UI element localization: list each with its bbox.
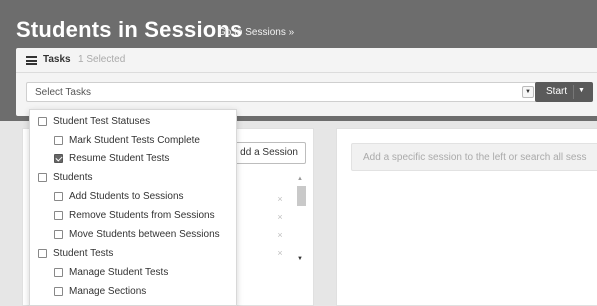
- close-icon[interactable]: ×: [275, 230, 285, 240]
- session-list-scrollbar[interactable]: ▲ ▼: [294, 176, 308, 266]
- checkbox[interactable]: [54, 136, 63, 145]
- option-label: Remove Students from Sessions: [69, 210, 215, 221]
- checkbox[interactable]: [54, 192, 63, 201]
- chevron-down-icon[interactable]: ▼: [522, 86, 534, 98]
- start-button-label: Start: [546, 86, 568, 97]
- page-title: Students in Sessions: [16, 17, 243, 42]
- checkbox-checked[interactable]: [54, 154, 63, 163]
- start-button-divider: [573, 85, 574, 99]
- session-search-hint-box[interactable]: Add a specific session to the left or se…: [351, 143, 597, 171]
- option-label: Student Test Statuses: [53, 116, 151, 127]
- close-icon[interactable]: ×: [275, 194, 285, 204]
- option-student-tests[interactable]: Student Tests: [38, 248, 113, 259]
- scroll-down-icon[interactable]: ▼: [297, 256, 303, 262]
- select-tasks-dropdown[interactable]: Select Tasks ▼: [26, 82, 541, 102]
- list-icon: [26, 56, 37, 65]
- checkbox[interactable]: [54, 230, 63, 239]
- checkbox[interactable]: [54, 211, 63, 220]
- tasks-selected-count: 1 Selected: [78, 54, 126, 65]
- close-icon[interactable]: ×: [275, 212, 285, 222]
- chevron-down-icon[interactable]: ▼: [578, 87, 585, 94]
- tasks-dropdown-menu: Student Test Statuses Mark Student Tests…: [29, 109, 237, 306]
- checkbox[interactable]: [38, 173, 47, 182]
- option-label: Students: [53, 172, 93, 183]
- tasks-label: Tasks: [43, 54, 71, 65]
- add-session-button[interactable]: dd a Session: [230, 142, 306, 164]
- start-button[interactable]: Start ▼: [535, 82, 593, 102]
- option-students[interactable]: Students: [38, 172, 92, 183]
- select-tasks-placeholder: Select Tasks: [35, 87, 91, 98]
- go-to-sessions-link[interactable]: Go to Sessions »: [218, 27, 294, 38]
- option-label: Student Tests: [53, 248, 114, 259]
- checkbox[interactable]: [54, 287, 63, 296]
- option-mark-student-tests-complete[interactable]: Mark Student Tests Complete: [54, 135, 200, 146]
- option-student-test-statuses[interactable]: Student Test Statuses: [38, 116, 150, 127]
- option-manage-sections[interactable]: Manage Sections: [54, 286, 146, 297]
- tasks-panel: Tasks 1 Selected Select Tasks ▼ Start ▼: [16, 48, 597, 116]
- close-icon[interactable]: ×: [275, 248, 285, 258]
- option-move-students-between-sessions[interactable]: Move Students between Sessions: [54, 229, 220, 240]
- option-manage-student-tests[interactable]: Manage Student Tests: [54, 267, 168, 278]
- option-label: Resume Student Tests: [69, 153, 170, 164]
- option-remove-students-from-sessions[interactable]: Remove Students from Sessions: [54, 210, 215, 221]
- option-add-students-to-sessions[interactable]: Add Students to Sessions: [54, 191, 184, 202]
- checkbox[interactable]: [54, 268, 63, 277]
- option-resume-student-tests[interactable]: Resume Student Tests: [54, 153, 169, 164]
- checkbox[interactable]: [38, 117, 47, 126]
- option-label: Mark Student Tests Complete: [69, 135, 200, 146]
- option-label: Move Students between Sessions: [69, 229, 220, 240]
- scroll-up-icon[interactable]: ▲: [297, 176, 303, 182]
- tasks-panel-header: Tasks 1 Selected: [16, 48, 597, 73]
- scrollbar-thumb[interactable]: [297, 186, 306, 206]
- session-search-hint: Add a specific session to the left or se…: [363, 152, 587, 163]
- option-label: Manage Sections: [69, 286, 147, 297]
- checkbox[interactable]: [38, 249, 47, 258]
- option-label: Add Students to Sessions: [69, 191, 184, 202]
- option-label: Manage Student Tests: [69, 267, 169, 278]
